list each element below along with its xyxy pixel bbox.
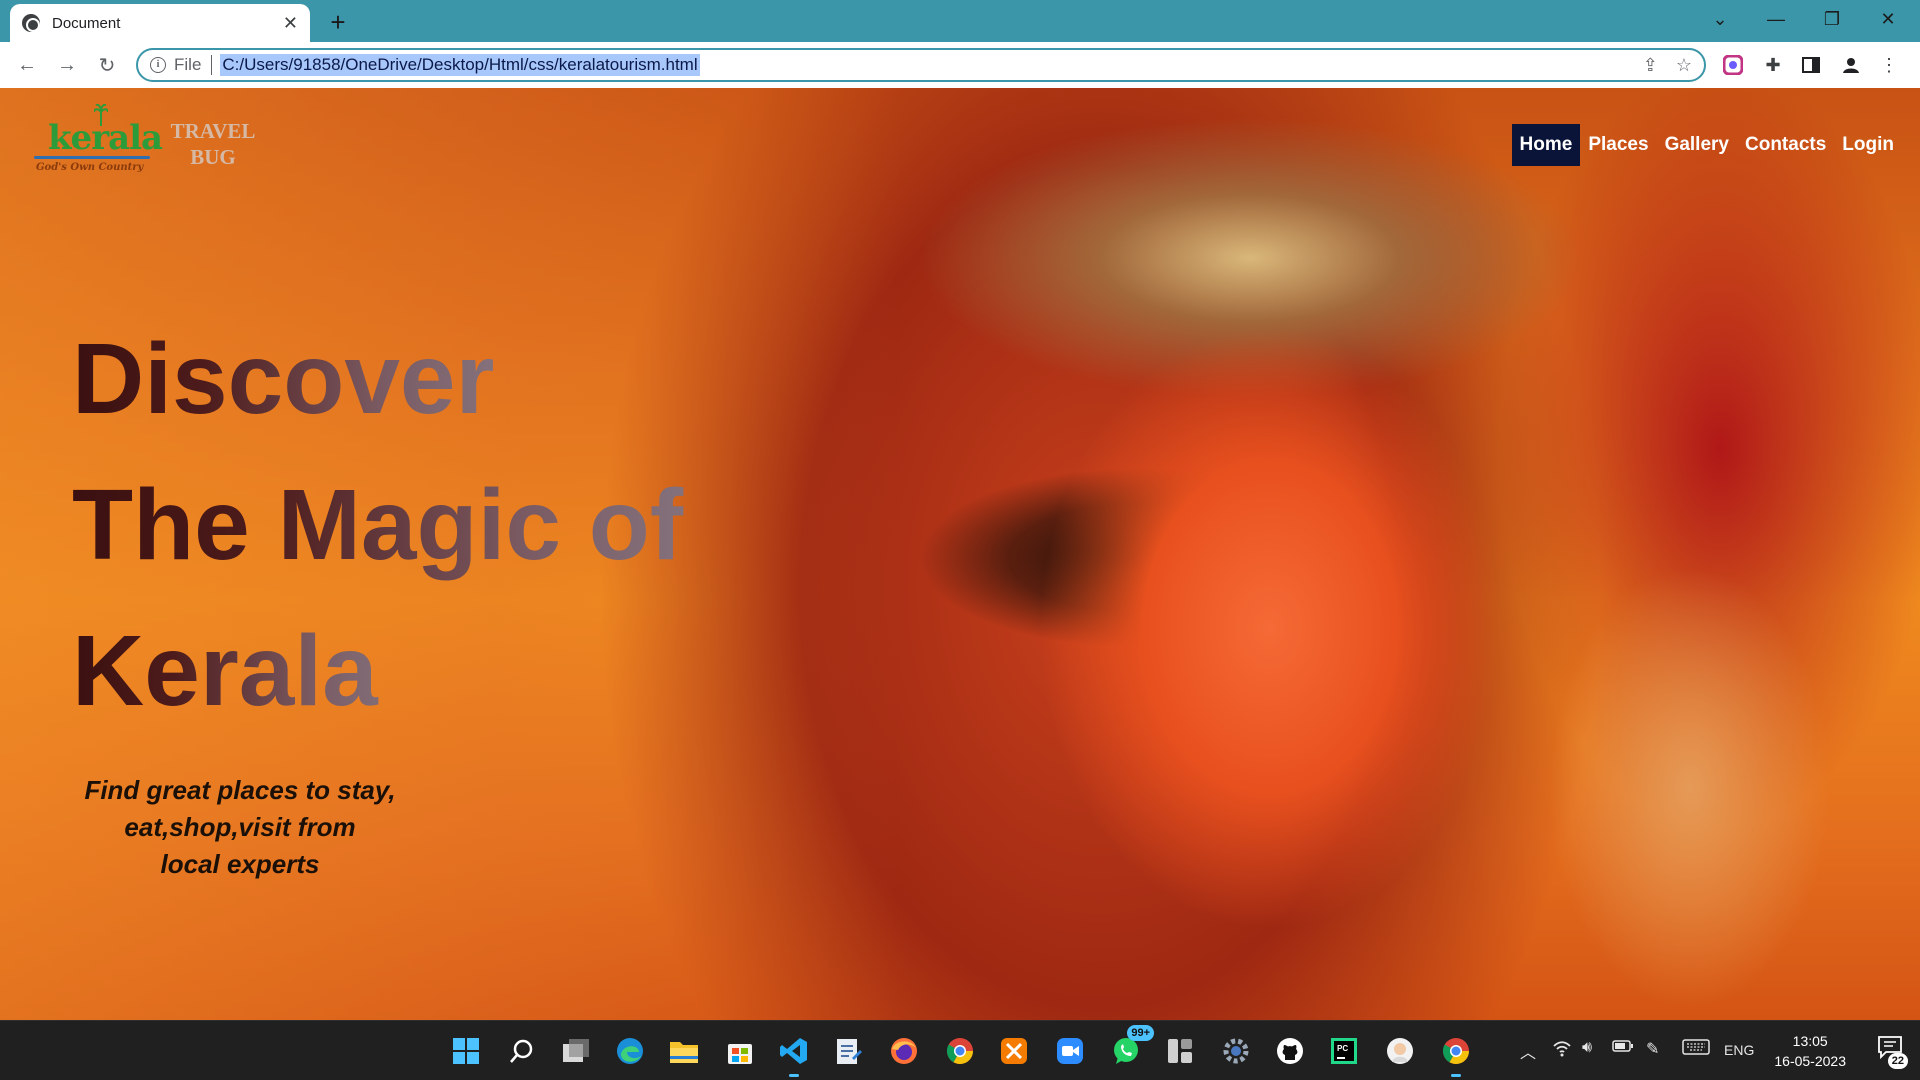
- hero-line-2: The Magic of: [72, 452, 712, 598]
- url-text[interactable]: C:/Users/91858/OneDrive/Desktop/Html/css…: [220, 54, 700, 76]
- extensions-puzzle-icon[interactable]: ✚: [1760, 52, 1786, 78]
- tagline-line-1: Find great places to stay,: [84, 775, 396, 805]
- browser-tab[interactable]: Document ✕: [10, 4, 310, 42]
- nav-home[interactable]: Home: [1511, 124, 1581, 166]
- extension-color-icon[interactable]: [1720, 52, 1746, 78]
- firefox-icon[interactable]: [886, 1033, 922, 1069]
- brand-line-2: BUG: [190, 145, 236, 169]
- chrome-icon[interactable]: [942, 1033, 978, 1069]
- kerala-logo[interactable]: kerala God's Own Country: [30, 104, 163, 180]
- url-scheme-label: File: [174, 55, 202, 74]
- tab-strip: Document ✕ + ⌄ — ❐ ✕: [0, 0, 1920, 42]
- whatsapp-icon[interactable]: 99+: [1108, 1025, 1154, 1069]
- nav-places[interactable]: Places: [1580, 124, 1656, 166]
- search-icon[interactable]: [504, 1033, 540, 1069]
- edge-icon[interactable]: [612, 1033, 648, 1069]
- page-viewport: kerala God's Own Country TRAVEL BUG Home…: [0, 88, 1920, 1020]
- tagline-line-3: local experts: [160, 849, 320, 879]
- clock-date: 16-05-2023: [1774, 1053, 1846, 1069]
- main-nav: Home Places Gallery Contacts Login: [1511, 124, 1902, 166]
- share-icon[interactable]: ⇪: [1643, 55, 1658, 76]
- logo-tagline: God's Own Country: [36, 162, 144, 173]
- tagline-line-2: eat,shop,visit from: [124, 812, 356, 842]
- menu-kebab-icon[interactable]: ⋮: [1876, 52, 1902, 78]
- profile-icon[interactable]: [1838, 52, 1864, 78]
- restore-button[interactable]: ❐: [1804, 0, 1860, 38]
- tab-title: Document: [52, 14, 121, 32]
- file-explorer-icon[interactable]: [666, 1033, 702, 1069]
- logo-wordmark: kerala: [48, 118, 163, 158]
- notification-center-icon[interactable]: 22: [1874, 1035, 1908, 1069]
- pycharm-icon[interactable]: PC: [1326, 1033, 1362, 1069]
- bookmark-star-icon[interactable]: ☆: [1676, 55, 1692, 76]
- pen-icon[interactable]: ✎: [1646, 1039, 1659, 1059]
- windows-taskbar: 99+ PC ︿ 🔊︎ ✎ ENG 13:05 16-05-2023 22: [0, 1020, 1920, 1080]
- settings-icon[interactable]: [1218, 1033, 1254, 1069]
- system-clock[interactable]: 13:05 16-05-2023: [1774, 1031, 1846, 1071]
- hero-tagline: Find great places to stay, eat,shop,visi…: [70, 772, 410, 883]
- chevron-up-icon[interactable]: ︿: [1520, 1039, 1536, 1063]
- url-divider: [211, 55, 213, 75]
- tab-search-icon[interactable]: ⌄: [1692, 0, 1748, 38]
- wifi-icon[interactable]: [1552, 1039, 1572, 1062]
- new-tab-button[interactable]: +: [324, 8, 352, 36]
- notification-badge: 22: [1887, 1053, 1908, 1069]
- side-panel-icon[interactable]: [1798, 52, 1824, 78]
- minimize-button[interactable]: —: [1748, 0, 1804, 38]
- vscode-icon[interactable]: [776, 1033, 812, 1077]
- svg-text:PC: PC: [1337, 1044, 1348, 1053]
- reload-button[interactable]: ↻: [92, 50, 122, 80]
- brand-line-1: TRAVEL: [170, 119, 256, 143]
- address-bar[interactable]: i File C:/Users/91858/OneDrive/Desktop/H…: [136, 48, 1706, 82]
- start-icon[interactable]: [448, 1033, 484, 1069]
- hero-heading: Discover The Magic of Kerala: [72, 306, 712, 744]
- task-view-icon[interactable]: [558, 1033, 594, 1069]
- hero-line-1: Discover: [72, 306, 512, 452]
- volume-icon[interactable]: 🔊︎: [1582, 1039, 1592, 1057]
- globe-icon: [22, 14, 40, 32]
- nav-contacts[interactable]: Contacts: [1737, 124, 1834, 166]
- clock-time: 13:05: [1792, 1033, 1828, 1049]
- forward-button[interactable]: →: [52, 50, 82, 80]
- site-brand: TRAVEL BUG: [168, 118, 258, 170]
- hero-line-3: Kerala: [72, 598, 412, 744]
- widgets-icon[interactable]: [1162, 1033, 1198, 1069]
- close-window-button[interactable]: ✕: [1860, 0, 1916, 38]
- whatsapp-badge: 99+: [1127, 1025, 1154, 1041]
- logo-swoosh: [34, 156, 150, 159]
- chrome-active-icon[interactable]: [1438, 1033, 1474, 1077]
- info-icon[interactable]: i: [150, 57, 166, 73]
- close-tab-icon[interactable]: ✕: [283, 14, 298, 32]
- github-icon[interactable]: [1272, 1033, 1308, 1069]
- notepad-icon[interactable]: [830, 1033, 866, 1069]
- nav-login[interactable]: Login: [1834, 124, 1902, 166]
- browser-toolbar: ← → ↻ i File C:/Users/91858/OneDrive/Des…: [0, 42, 1920, 88]
- avatar-app-icon[interactable]: [1382, 1033, 1418, 1069]
- zoom-icon[interactable]: [1052, 1033, 1088, 1069]
- battery-icon[interactable]: [1612, 1039, 1634, 1058]
- store-icon[interactable]: [722, 1033, 758, 1069]
- back-button[interactable]: ←: [12, 50, 42, 80]
- language-indicator[interactable]: ENG: [1724, 1042, 1754, 1058]
- app-icon[interactable]: [996, 1033, 1032, 1069]
- keyboard-icon[interactable]: [1682, 1039, 1710, 1060]
- nav-gallery[interactable]: Gallery: [1657, 124, 1737, 166]
